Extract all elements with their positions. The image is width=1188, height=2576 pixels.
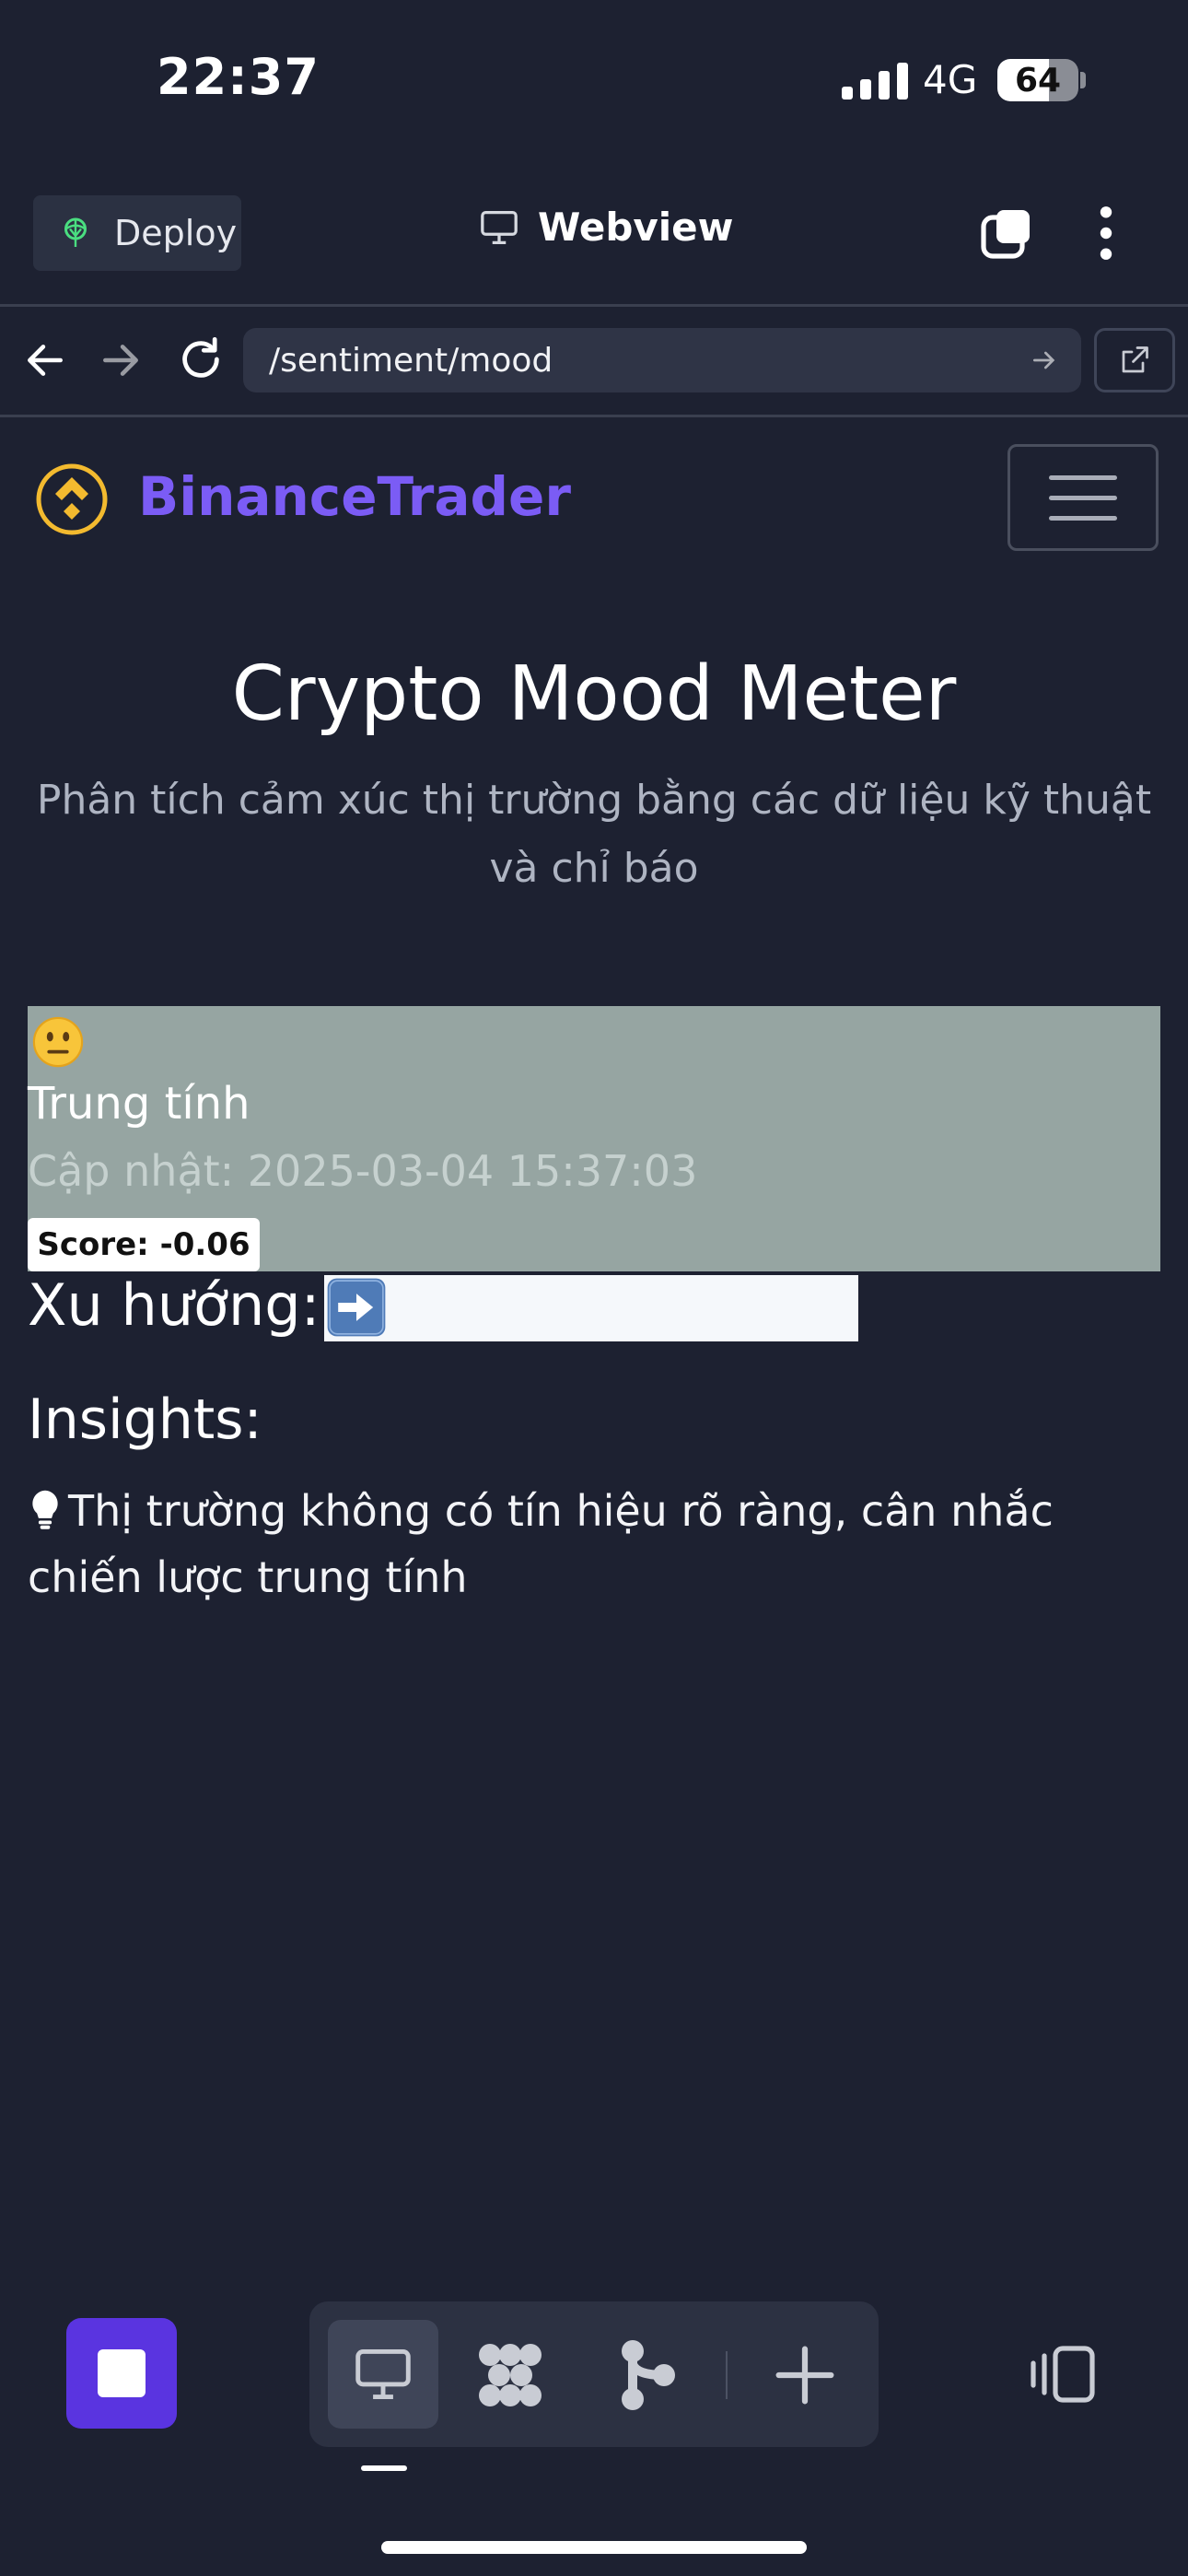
deploy-label: Deploy — [114, 213, 238, 253]
dock-desktop-button[interactable] — [328, 2320, 438, 2429]
reload-icon[interactable] — [177, 335, 225, 383]
webview-tab[interactable]: Webview — [479, 205, 733, 250]
go-arrow-icon[interactable] — [1030, 345, 1059, 375]
hamburger-line — [1049, 474, 1117, 480]
network-type: 4G — [923, 57, 978, 102]
deploy-icon — [64, 217, 87, 247]
score-badge: Score: -0.06 — [28, 1218, 260, 1271]
status-time: 22:37 — [157, 48, 320, 106]
page-title: Crypto Mood Meter — [231, 650, 957, 738]
monitor-icon — [481, 210, 518, 244]
mood-updated-time: Cập nhật: 2025-03-04 15:37:03 — [28, 1146, 698, 1196]
menu-toggle-button[interactable] — [1007, 444, 1159, 551]
hamburger-line — [1049, 495, 1117, 500]
dock-separator — [726, 2351, 728, 2399]
insight-text: Thị trường không có tín hiệu rõ ràng, câ… — [28, 1486, 1054, 1602]
battery-percent: 64 — [1014, 62, 1062, 100]
insights-title: Insights: — [28, 1388, 262, 1452]
insight-item: Thị trường không có tín hiệu rõ ràng, câ… — [28, 1478, 1142, 1610]
stop-icon — [98, 2349, 146, 2397]
deploy-button[interactable]: Deploy — [33, 195, 241, 271]
page-subtitle: Phân tích cảm xúc thị trường bằng các dữ… — [36, 777, 1152, 892]
tabs-icon[interactable] — [980, 206, 1035, 262]
back-arrow-icon[interactable] — [22, 337, 68, 383]
signal-strength-icon — [842, 61, 908, 100]
forward-arrow-icon[interactable] — [98, 337, 144, 383]
brand-link[interactable]: BinanceTrader — [138, 465, 571, 528]
battery-icon: 64 — [997, 59, 1078, 101]
trend-label: Xu hướng: — [28, 1271, 320, 1339]
url-bar[interactable]: /sentiment/mood — [243, 328, 1081, 392]
battery-cap — [1080, 72, 1086, 88]
right-arrow-icon — [327, 1278, 386, 1337]
external-link-button[interactable] — [1094, 328, 1175, 392]
nodes-icon[interactable] — [473, 2338, 547, 2412]
url-text: /sentiment/mood — [269, 341, 553, 380]
mood-label: Trung tính — [28, 1078, 250, 1130]
nav-divider — [0, 415, 1188, 417]
stop-button[interactable] — [66, 2318, 177, 2429]
toolbar-divider — [0, 304, 1188, 307]
branch-icon[interactable] — [613, 2338, 681, 2412]
webview-label: Webview — [538, 205, 734, 250]
dock-active-indicator — [361, 2465, 407, 2471]
add-icon[interactable] — [774, 2344, 836, 2406]
more-vertical-icon[interactable] — [1092, 205, 1120, 262]
lightbulb-icon — [32, 1490, 58, 1529]
neutral-face-icon — [32, 1016, 84, 1068]
home-indicator — [381, 2541, 807, 2554]
external-link-icon — [1122, 346, 1148, 373]
panel-icon[interactable] — [1030, 2344, 1100, 2405]
trend-indicator — [324, 1275, 858, 1341]
binance-logo-icon[interactable] — [35, 463, 109, 536]
desktop-icon — [355, 2349, 411, 2399]
hamburger-line — [1049, 515, 1117, 521]
